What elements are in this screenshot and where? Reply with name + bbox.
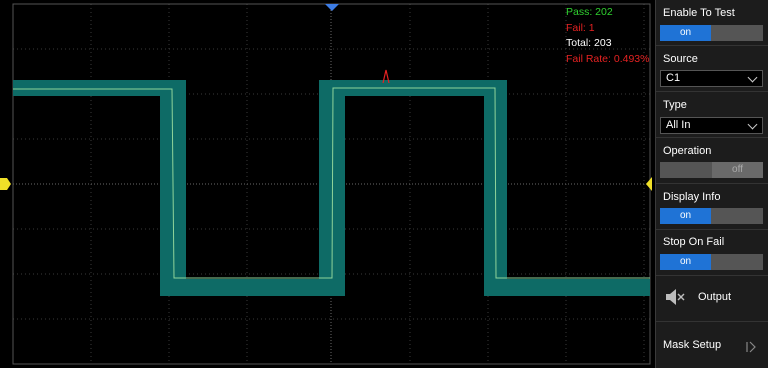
type-item[interactable]: Type All In bbox=[656, 92, 768, 138]
source-value: C1 bbox=[666, 72, 681, 84]
pass-count: Pass: 202 bbox=[566, 6, 613, 18]
toggle-on-state bbox=[660, 162, 711, 178]
type-label: Type bbox=[663, 99, 687, 111]
type-select[interactable]: All In bbox=[660, 117, 763, 134]
source-select[interactable]: C1 bbox=[660, 70, 763, 87]
source-label: Source bbox=[663, 53, 698, 65]
display-info-toggle[interactable]: on bbox=[660, 208, 763, 224]
pass-fail-stats: Pass: 202 Fail: 1 Total: 203 Fail Rate: … bbox=[566, 5, 649, 67]
toggle-off-state bbox=[712, 208, 763, 224]
toggle-off-state bbox=[712, 254, 763, 270]
enable-to-test-item[interactable]: Enable To Test on bbox=[656, 0, 768, 46]
stop-on-fail-toggle[interactable]: on bbox=[660, 254, 763, 270]
toggle-on-state: on bbox=[660, 208, 711, 224]
operation-item[interactable]: Operation off bbox=[656, 138, 768, 184]
toggle-on-state: on bbox=[660, 254, 711, 270]
source-item[interactable]: Source C1 bbox=[656, 46, 768, 92]
chevron-down-icon bbox=[747, 119, 758, 130]
total-count: Total: 203 bbox=[566, 37, 612, 49]
output-item[interactable]: Output bbox=[656, 276, 768, 322]
waveform-grid bbox=[0, 3, 652, 365]
enable-to-test-label: Enable To Test bbox=[663, 7, 735, 19]
output-label: Output bbox=[698, 291, 732, 303]
channel-1-marker bbox=[0, 178, 11, 190]
mask-region bbox=[13, 80, 650, 296]
mask-setup-item[interactable]: Mask Setup bbox=[656, 322, 768, 368]
trigger-position-marker bbox=[325, 4, 339, 11]
toggle-on-state: on bbox=[660, 25, 711, 41]
fail-rate: Fail Rate: 0.493% bbox=[566, 52, 650, 65]
stop-on-fail-item[interactable]: Stop On Fail on bbox=[656, 230, 768, 276]
enable-to-test-toggle[interactable]: on bbox=[660, 25, 763, 41]
fail-count: Fail: 1 bbox=[566, 21, 595, 34]
display-info-label: Display Info bbox=[663, 191, 721, 203]
waveform-display[interactable]: Pass: 202 Fail: 1 Total: 203 Fail Rate: … bbox=[0, 0, 655, 368]
toggle-off-state: off bbox=[712, 162, 763, 178]
trigger-level-marker bbox=[646, 177, 652, 191]
mask-setup-label: Mask Setup bbox=[663, 339, 722, 351]
next-page-icon bbox=[745, 340, 759, 358]
type-value: All In bbox=[666, 119, 691, 131]
operation-toggle[interactable]: off bbox=[660, 162, 763, 178]
toggle-off-state bbox=[712, 25, 763, 41]
operation-label: Operation bbox=[663, 145, 712, 157]
stop-on-fail-label: Stop On Fail bbox=[663, 236, 725, 248]
display-info-item[interactable]: Display Info on bbox=[656, 184, 768, 230]
pass-fail-menu: Enable To Test on Source C1 Type All In … bbox=[655, 0, 768, 368]
speaker-muted-icon bbox=[665, 288, 687, 311]
chevron-down-icon bbox=[747, 72, 758, 83]
